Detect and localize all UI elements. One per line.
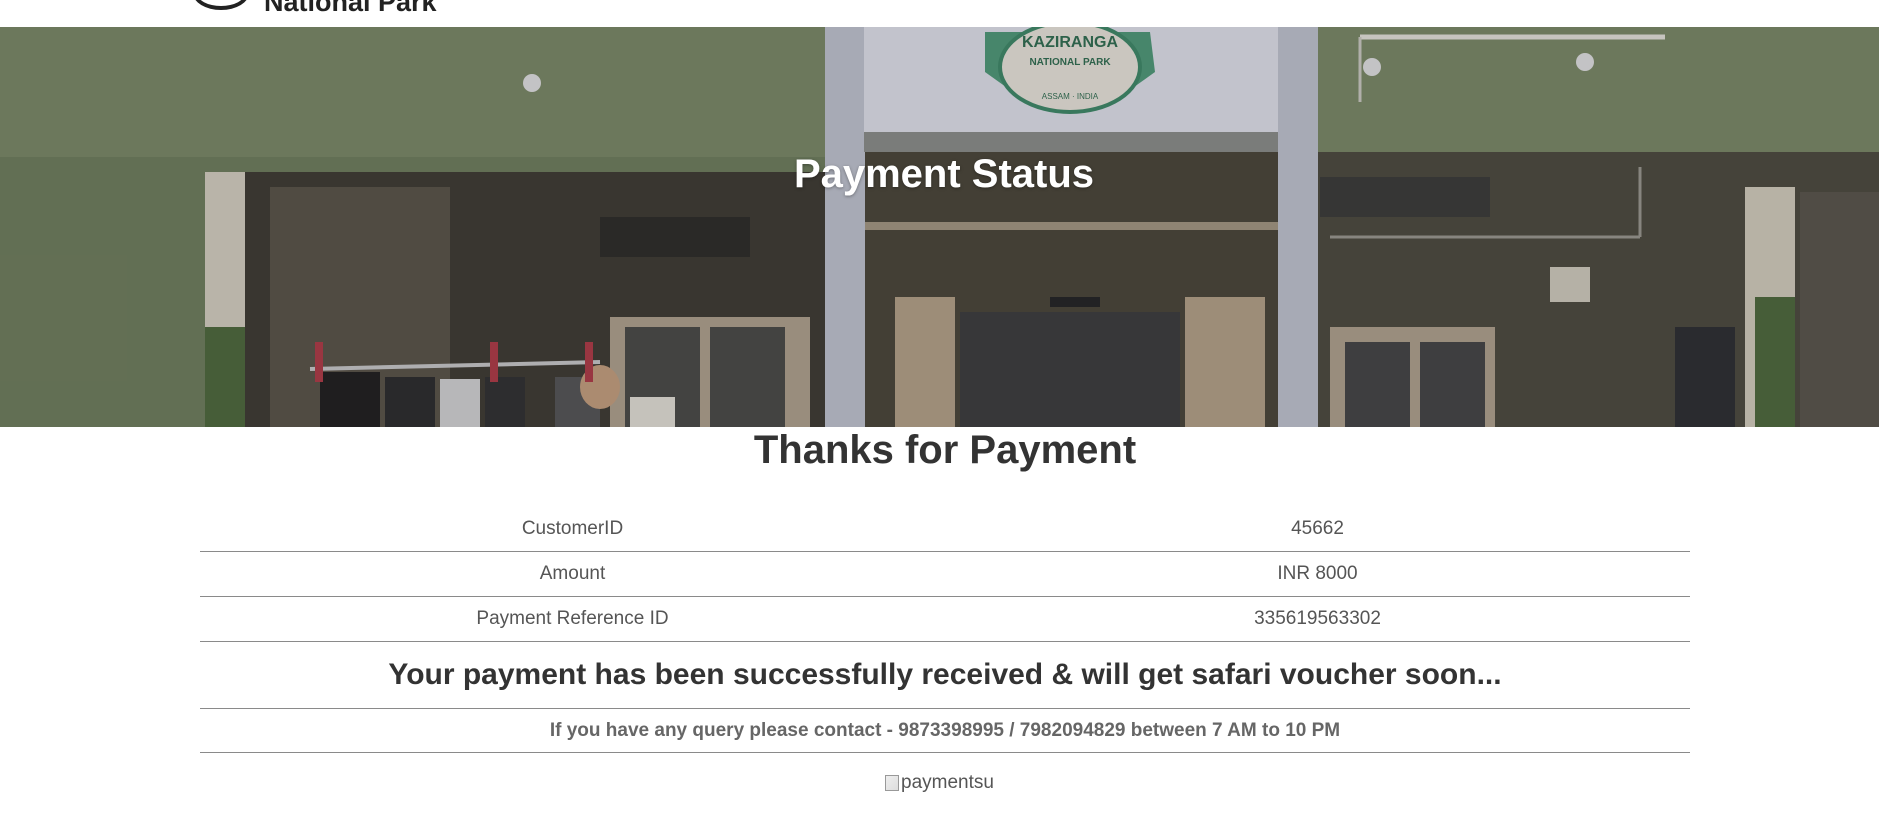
- success-message: Your payment has been successfully recei…: [200, 642, 1690, 709]
- customer-id-label: CustomerID: [521, 518, 624, 539]
- table-row: CustomerID 45662: [200, 507, 1690, 552]
- hero-banner: KAZIRANGA NATIONAL PARK ASSAM · INDIA: [0, 27, 1879, 427]
- payment-success-image: paymentsu: [885, 771, 994, 795]
- customer-id-value: 45662: [1291, 518, 1344, 539]
- page-title: Payment Status: [793, 152, 1095, 196]
- logo-icon[interactable]: [193, 0, 249, 10]
- payment-reference-label: Payment Reference ID: [476, 608, 669, 629]
- amount-value: INR 8000: [1277, 563, 1358, 584]
- image-alt-text: paymentsu: [901, 772, 994, 793]
- table-row: Amount INR 8000: [200, 552, 1690, 597]
- page: National Park Payment Status Thanks for …: [0, 0, 1879, 836]
- contact-message: If you have any query please contact - 9…: [200, 709, 1690, 753]
- table-row: Payment Reference ID 335619563302: [200, 597, 1690, 642]
- payment-reference-value: 335619563302: [1254, 608, 1381, 629]
- hero-photo: KAZIRANGA NATIONAL PARK ASSAM · INDIA: [0, 27, 1879, 427]
- amount-label: Amount: [539, 563, 606, 584]
- top-navbar: National Park: [0, 0, 1879, 27]
- thanks-heading: Thanks for Payment: [753, 428, 1137, 472]
- site-logo-text[interactable]: National Park: [264, 0, 437, 18]
- broken-image-icon: [885, 775, 899, 791]
- payment-details-table: CustomerID 45662 Amount INR 8000 Payment…: [200, 507, 1690, 753]
